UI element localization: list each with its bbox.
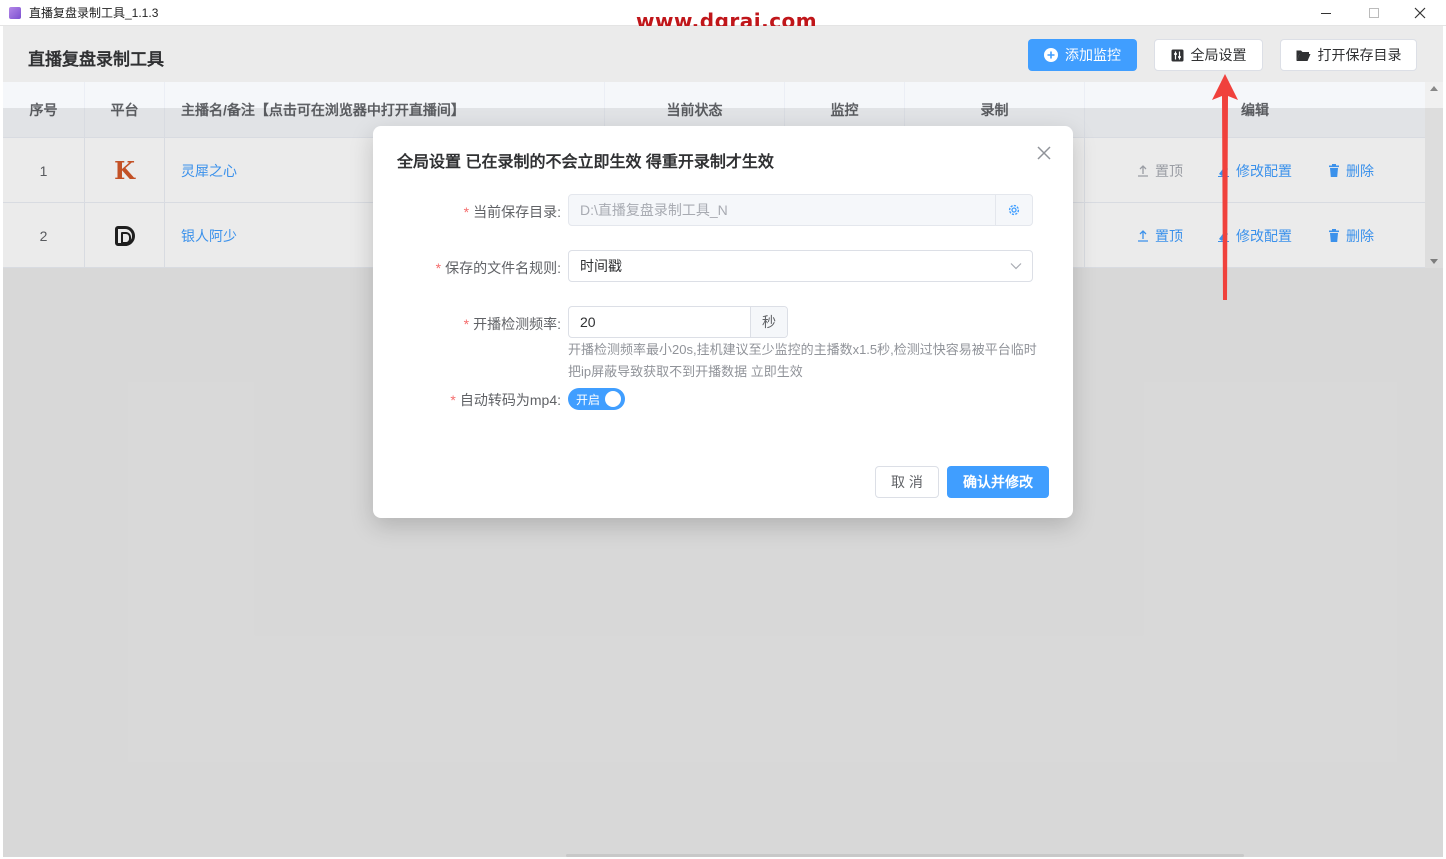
dialog-title: 全局设置 已在录制的不会立即生效 得重开录制才生效 (397, 154, 774, 171)
cancel-button[interactable]: 取 消 (875, 466, 939, 498)
folder-open-icon (1296, 49, 1311, 62)
required-asterisk: * (463, 204, 470, 220)
save-dir-label: * 当前保存目录: (463, 204, 561, 220)
filename-rule-label: * 保存的文件名规则: (435, 260, 561, 276)
auto-mp4-label: * 自动转码为mp4: (450, 392, 561, 408)
dialog-close-button[interactable] (1035, 144, 1053, 162)
close-window-button[interactable] (1397, 0, 1443, 26)
toggle-state-label: 开启 (576, 392, 601, 407)
maximize-icon (1369, 8, 1379, 18)
window-titlebar: 直播复盘录制工具_1.1.3 www.dgrai.com (0, 0, 1446, 33)
horizontal-scrollbar[interactable] (566, 854, 1244, 857)
app-title: 直播复盘录制工具 (28, 50, 164, 69)
app-icon (9, 6, 21, 19)
check-frequency-value: 20 (580, 314, 596, 330)
open-save-dir-label: 打开保存目录 (1317, 47, 1402, 63)
required-asterisk: * (450, 392, 456, 408)
filename-rule-select[interactable]: 时间戳 (568, 250, 1033, 282)
window-title: 直播复盘录制工具_1.1.3 (29, 6, 159, 20)
global-settings-label: 全局设置 (1190, 47, 1247, 63)
chevron-down-icon (1000, 262, 1032, 270)
close-icon (1414, 7, 1426, 19)
required-asterisk: * (463, 316, 470, 332)
gear-icon (1008, 204, 1020, 216)
scroll-up-icon (1430, 86, 1438, 91)
global-settings-button[interactable]: 全局设置 (1154, 39, 1263, 71)
save-dir-value: D:\直播复盘录制工具_N (580, 202, 728, 218)
add-monitor-label: 添加监控 (1065, 47, 1121, 63)
global-settings-dialog: 全局设置 已在录制的不会立即生效 得重开录制才生效 * 当前保存目录: D:\直播… (373, 126, 1073, 518)
confirm-button[interactable]: 确认并修改 (947, 466, 1049, 498)
check-frequency-unit: 秒 (750, 307, 787, 337)
minimize-button[interactable] (1303, 0, 1349, 26)
check-frequency-input[interactable]: 20 秒 (568, 306, 788, 338)
required-asterisk: * (435, 260, 442, 276)
add-monitor-button[interactable]: 添加监控 (1028, 39, 1137, 71)
filename-rule-value: 时间戳 (580, 258, 622, 274)
save-dir-input[interactable]: D:\直播复盘录制工具_N (568, 194, 1033, 226)
maximize-button[interactable] (1351, 0, 1397, 26)
choose-dir-button[interactable] (995, 195, 1032, 225)
plus-circle-icon (1044, 48, 1058, 62)
settings-slider-icon (1171, 49, 1184, 62)
check-frequency-label: * 开播检测频率: (463, 316, 561, 332)
annotation-arrow-icon (1212, 74, 1238, 300)
close-icon (1037, 146, 1051, 160)
check-frequency-hint: 开播检测频率最小20s,挂机建议至少监控的主播数x1.5秒,检测过快容易被平台临… (568, 342, 1037, 379)
minimize-icon (1321, 12, 1331, 14)
open-save-dir-button[interactable]: 打开保存目录 (1280, 39, 1417, 71)
toggle-knob (605, 391, 621, 407)
auto-mp4-toggle[interactable]: 开启 (568, 388, 625, 410)
